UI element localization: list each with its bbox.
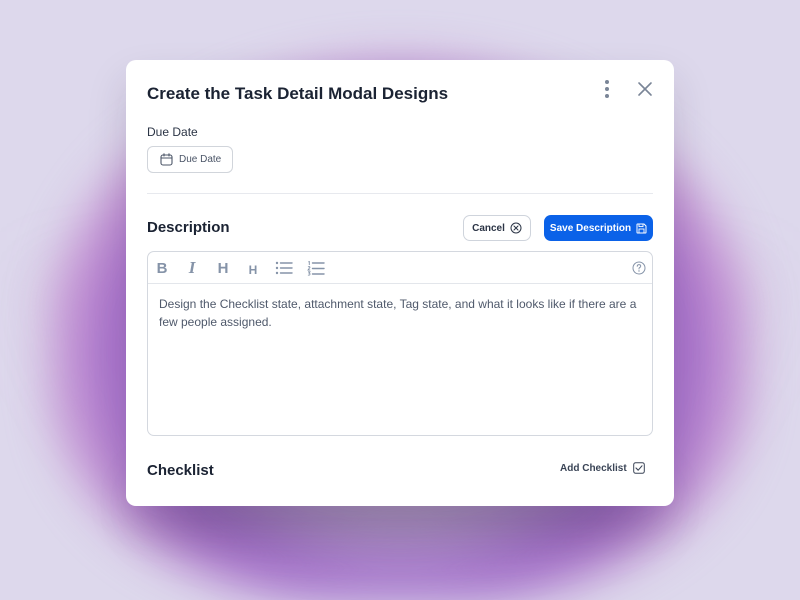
description-text[interactable]: Design the Checklist state, attachment s… — [148, 284, 652, 342]
heading-2-button[interactable]: H — [245, 260, 261, 280]
cancel-button[interactable]: Cancel — [463, 215, 531, 241]
section-divider — [147, 193, 653, 194]
heading-1-button[interactable]: H — [214, 258, 232, 278]
description-editor: B I H H Design the Checklist state, atta… — [147, 251, 653, 436]
bullet-list-button[interactable] — [274, 258, 294, 278]
task-detail-modal: Create the Task Detail Modal Designs Due… — [126, 60, 674, 506]
help-button[interactable] — [632, 258, 646, 278]
calendar-icon — [160, 153, 173, 166]
italic-icon: I — [188, 258, 196, 277]
close-icon — [638, 82, 652, 96]
more-vertical-icon — [605, 80, 609, 84]
close-circle-icon — [510, 222, 522, 234]
save-description-button[interactable]: Save Description — [544, 215, 653, 241]
modal-title: Create the Task Detail Modal Designs — [147, 84, 449, 103]
save-description-button-label: Save Description — [549, 222, 632, 234]
due-date-button-label: Due Date — [179, 154, 222, 165]
heading-1-icon: H — [217, 259, 229, 277]
due-date-button[interactable]: Due Date — [147, 146, 233, 173]
editor-toolbar: B I H H — [148, 252, 652, 284]
due-date-label: Due Date — [147, 125, 198, 139]
cancel-button-label: Cancel — [472, 222, 505, 234]
description-heading: Description — [147, 219, 230, 236]
italic-button[interactable]: I — [184, 258, 200, 278]
bold-button[interactable]: B — [154, 258, 170, 278]
more-options-button[interactable] — [600, 80, 614, 98]
heading-2-icon: H — [248, 263, 258, 277]
numbered-list-icon — [307, 260, 325, 276]
checklist-heading: Checklist — [147, 462, 214, 479]
add-checklist-label: Add Checklist — [560, 462, 627, 474]
numbered-list-button[interactable] — [306, 258, 326, 278]
bullet-list-icon — [275, 261, 293, 275]
bold-icon: B — [156, 259, 168, 277]
save-icon — [636, 223, 647, 233]
checkbox-checked-icon — [632, 462, 645, 474]
close-button[interactable] — [636, 80, 654, 98]
add-checklist-button[interactable]: Add Checklist — [560, 462, 645, 474]
help-circle-icon — [632, 261, 646, 275]
